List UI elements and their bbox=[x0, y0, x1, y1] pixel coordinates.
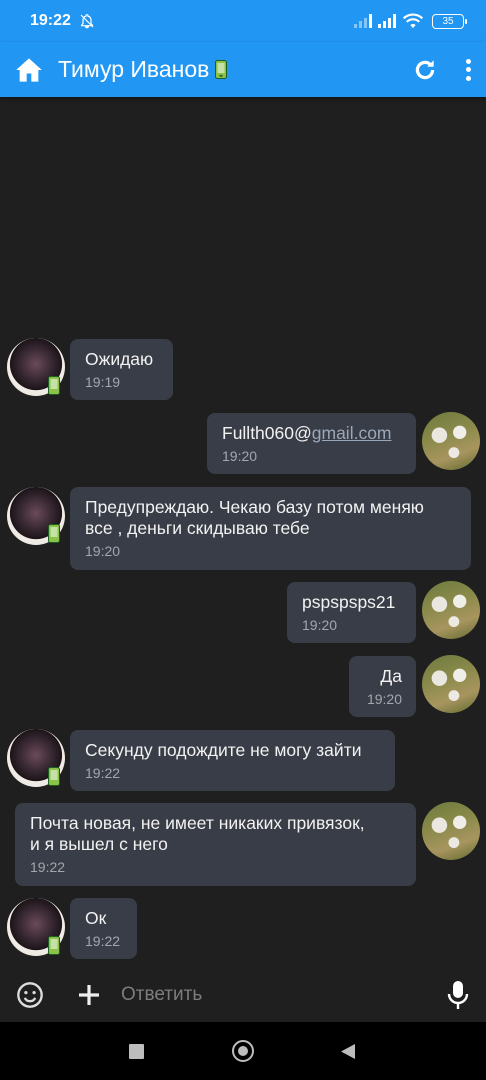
bell-off-icon bbox=[80, 14, 94, 29]
message-bubble[interactable]: Секунду подождите не могу зайти 19:22 bbox=[70, 730, 395, 791]
add-icon[interactable] bbox=[77, 983, 101, 1007]
message-time: 19:22 bbox=[85, 933, 121, 949]
emoji-icon[interactable] bbox=[16, 981, 44, 1009]
system-nav-bar bbox=[0, 1022, 486, 1080]
message-bubble[interactable]: pspspsps21 19:20 bbox=[287, 582, 416, 643]
message-bubble[interactable]: Ок 19:22 bbox=[70, 898, 137, 959]
battery-level: 35 bbox=[442, 15, 454, 27]
message-bubble[interactable]: Почта новая, не имеет никаких привязок, … bbox=[15, 803, 416, 886]
status-time: 19:22 bbox=[30, 12, 71, 29]
message-bubble[interactable]: Ожидаю 19:19 bbox=[70, 339, 173, 400]
message-text: Ок bbox=[85, 908, 107, 928]
message-text: Предупреждаю. Чекаю базу потом меняю все… bbox=[85, 497, 424, 538]
home-icon[interactable] bbox=[14, 55, 44, 85]
page-title: Тимур Иванов bbox=[58, 56, 210, 82]
email-link[interactable]: gmail.com bbox=[312, 423, 392, 443]
more-vert-icon[interactable] bbox=[464, 57, 472, 83]
message-text: Секунду подождите не могу зайти bbox=[85, 740, 362, 760]
back-icon[interactable] bbox=[340, 1043, 356, 1060]
avatar[interactable] bbox=[422, 655, 480, 713]
message-text: Ожидаю bbox=[85, 349, 154, 369]
battery-icon: 35 bbox=[432, 13, 467, 29]
app-header: Тимур Иванов bbox=[0, 42, 486, 97]
message-text-part: Fullth060@ bbox=[222, 423, 312, 443]
mic-icon[interactable] bbox=[446, 980, 470, 1010]
message-time: 19:22 bbox=[85, 765, 121, 781]
reply-bar bbox=[0, 967, 486, 1022]
message-text: Fullth060@gmail.com bbox=[222, 423, 392, 443]
message-time: 19:22 bbox=[30, 859, 66, 875]
mobile-badge-icon bbox=[215, 60, 228, 79]
message-time: 19:20 bbox=[302, 617, 338, 633]
status-bar: 19:22 35 bbox=[0, 0, 486, 42]
message-text: pspspsps21 bbox=[302, 592, 396, 612]
signal-icon bbox=[378, 14, 396, 28]
message-bubble[interactable]: Предупреждаю. Чекаю базу потом меняю все… bbox=[70, 487, 471, 570]
mobile-badge-icon bbox=[48, 524, 60, 543]
mobile-badge-icon bbox=[48, 376, 60, 395]
message-text: Почта новая, не имеет никаких привязок, … bbox=[30, 813, 365, 854]
home-nav-icon[interactable] bbox=[232, 1040, 254, 1062]
avatar[interactable] bbox=[422, 802, 480, 860]
message-bubble[interactable]: Fullth060@gmail.com 19:20 bbox=[207, 413, 416, 474]
mobile-badge-icon bbox=[48, 767, 60, 786]
message-time: 19:20 bbox=[85, 543, 121, 559]
recents-icon[interactable] bbox=[129, 1044, 144, 1059]
avatar[interactable] bbox=[422, 581, 480, 639]
avatar[interactable] bbox=[422, 412, 480, 470]
message-time: 19:20 bbox=[222, 448, 258, 464]
reply-input[interactable] bbox=[121, 983, 411, 1006]
mobile-badge-icon bbox=[48, 936, 60, 955]
message-text: Да bbox=[380, 666, 402, 686]
refresh-icon[interactable] bbox=[412, 57, 438, 83]
signal-icon bbox=[354, 14, 372, 28]
message-bubble[interactable]: Да 19:20 bbox=[349, 656, 416, 717]
wifi-icon bbox=[402, 13, 424, 29]
message-time: 19:20 bbox=[366, 691, 402, 707]
message-time: 19:19 bbox=[85, 374, 121, 390]
